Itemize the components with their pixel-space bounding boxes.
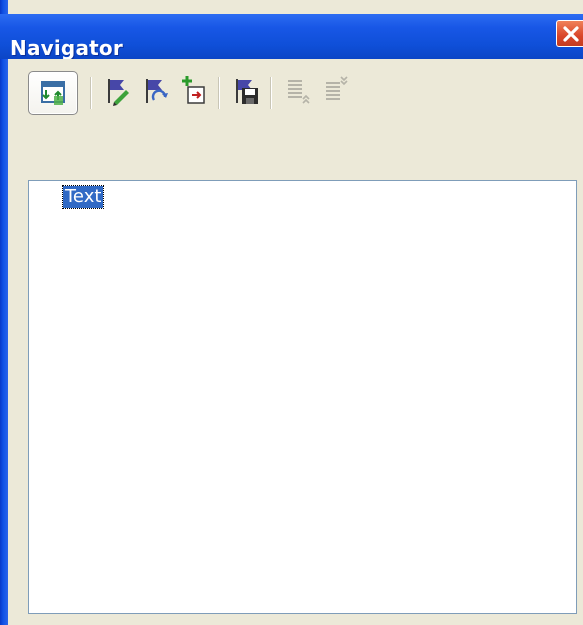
save-button[interactable] bbox=[228, 73, 264, 109]
insert-button[interactable] bbox=[176, 73, 212, 109]
close-button[interactable] bbox=[556, 20, 583, 47]
toolbar-separator bbox=[270, 77, 272, 109]
navigator-panel: Text bbox=[8, 59, 583, 625]
toolbar-separator bbox=[90, 77, 92, 109]
promote-level-icon bbox=[288, 80, 310, 104]
window-frame-left bbox=[0, 0, 8, 625]
set-reminder-button[interactable] bbox=[100, 73, 136, 109]
toolbar-separator bbox=[218, 77, 220, 109]
navigation-reminder-button[interactable] bbox=[138, 73, 174, 109]
tree-item-text[interactable]: Text bbox=[61, 185, 105, 209]
insert-icon bbox=[182, 76, 205, 104]
promote-level-button[interactable] bbox=[280, 73, 316, 109]
navigator-window: Navigator Text bbox=[0, 0, 583, 625]
save-icon bbox=[236, 79, 258, 104]
toggle-icon bbox=[41, 81, 65, 105]
navigation-reminder-icon bbox=[146, 79, 168, 103]
close-icon bbox=[563, 26, 579, 42]
demote-level-button[interactable] bbox=[318, 73, 354, 109]
demote-level-icon bbox=[326, 76, 348, 100]
title-bar[interactable]: Navigator bbox=[0, 14, 583, 60]
navigator-tree[interactable]: Text bbox=[28, 180, 577, 614]
window-title: Navigator bbox=[10, 36, 123, 60]
set-reminder-icon bbox=[108, 79, 129, 106]
toggle-button[interactable] bbox=[28, 71, 78, 115]
